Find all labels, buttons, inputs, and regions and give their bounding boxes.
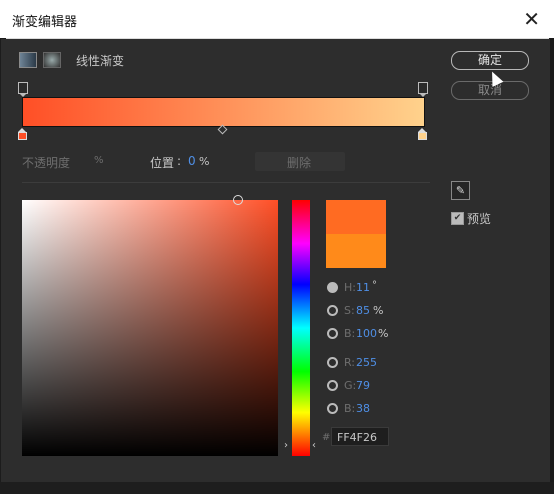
opacity-stop-left[interactable] bbox=[18, 82, 28, 97]
preview-checkbox[interactable]: ✔ bbox=[451, 212, 464, 225]
r-value[interactable]: 255 bbox=[356, 356, 377, 369]
blue-value[interactable]: 38 bbox=[356, 402, 370, 415]
hue-arrow-right-icon[interactable]: ‹ bbox=[312, 440, 316, 451]
saturation-brightness-field[interactable] bbox=[22, 200, 278, 456]
preview-label: 预览 bbox=[467, 212, 492, 226]
location-value[interactable]: 0 bbox=[188, 154, 196, 168]
cancel-button[interactable]: 取消 bbox=[451, 81, 529, 100]
color-stop-swatch bbox=[18, 132, 27, 140]
ok-button[interactable]: 确定 bbox=[451, 51, 529, 70]
opacity-label: 不透明度 bbox=[22, 156, 71, 170]
s-value[interactable]: 85 bbox=[356, 304, 370, 317]
h-unit: ° bbox=[372, 280, 377, 291]
g-value[interactable]: 79 bbox=[356, 379, 370, 392]
delete-stop-label: 删除 bbox=[287, 156, 312, 170]
delete-stop-button[interactable]: 删除 bbox=[255, 152, 345, 171]
divider bbox=[22, 182, 430, 183]
r-label: R: bbox=[344, 356, 356, 369]
hex-prefix: # bbox=[322, 432, 331, 443]
location-unit: % bbox=[199, 155, 210, 168]
original-color-swatch[interactable] bbox=[326, 234, 386, 268]
location-label: 位置 bbox=[150, 156, 175, 170]
field-selection-handle[interactable] bbox=[233, 195, 243, 205]
radial-gradient-type-button[interactable] bbox=[43, 52, 61, 68]
hue-arrow-left-icon[interactable]: › bbox=[284, 440, 288, 451]
g-radio[interactable] bbox=[327, 380, 338, 391]
r-radio[interactable] bbox=[327, 357, 338, 368]
s-radio[interactable] bbox=[327, 305, 338, 316]
hex-input[interactable]: FF4F26 bbox=[331, 427, 389, 446]
b-radio[interactable] bbox=[327, 328, 338, 339]
title-bar: 渐变编辑器 ✕ bbox=[0, 0, 554, 39]
s-unit: % bbox=[373, 304, 384, 317]
close-icon[interactable]: ✕ bbox=[523, 7, 540, 31]
window-title: 渐变编辑器 bbox=[12, 15, 78, 30]
color-stop-right[interactable] bbox=[418, 128, 427, 140]
opacity-unit: % bbox=[94, 155, 104, 166]
eyedropper-icon[interactable]: ✎ bbox=[451, 181, 470, 200]
b-unit: % bbox=[378, 327, 389, 340]
opacity-stop-right[interactable] bbox=[418, 82, 428, 97]
gradient-type-label: 线性渐变 bbox=[76, 54, 125, 68]
b-label: B: bbox=[344, 327, 356, 340]
hue-slider[interactable] bbox=[292, 200, 310, 456]
h-radio[interactable] bbox=[327, 282, 338, 293]
h-value[interactable]: 11 bbox=[356, 281, 370, 294]
location-colon: : bbox=[177, 154, 182, 168]
new-color-swatch bbox=[326, 200, 386, 234]
linear-gradient-type-button[interactable] bbox=[19, 52, 37, 68]
gradient-preview-bar bbox=[22, 97, 425, 127]
color-stop-left[interactable] bbox=[18, 128, 27, 140]
g-label: G: bbox=[344, 379, 357, 392]
blue-label: B: bbox=[344, 402, 356, 415]
h-label: H: bbox=[344, 281, 356, 294]
color-stop-swatch bbox=[418, 132, 427, 140]
background-panel-bottom bbox=[0, 482, 554, 494]
s-label: S: bbox=[344, 304, 355, 317]
blue-radio[interactable] bbox=[327, 403, 338, 414]
b-value[interactable]: 100 bbox=[356, 327, 377, 340]
